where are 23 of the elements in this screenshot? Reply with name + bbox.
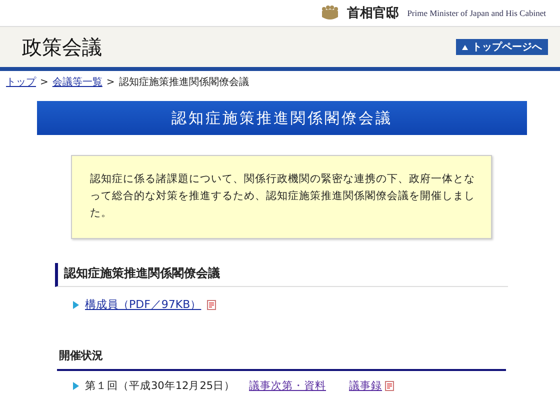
up-triangle-icon [462,44,468,50]
meeting-label: 第１回（平成30年12月25日） [85,379,236,393]
breadcrumb-link[interactable]: 会議等一覧 [52,75,102,89]
page-title: 政策会議 [22,36,102,60]
document-link[interactable]: 構成員（PDF／97KB） [85,297,202,312]
emblem-icon [321,5,340,21]
bullet-icon [73,382,79,390]
intro-text: 認知症に係る諸課題について、関係行政機関の緊密な連携の下、政府一体となって総合的な対策を推進するため、認知症施策推進関係閣僚会議を開催しました。 [71,155,492,239]
logo-subtitle: Prime Minister of Japan and His Cabinet [407,8,546,18]
section-heading: 認知症施策推進関係閣僚会議 [55,263,508,287]
breadcrumb-separator: > [40,76,48,88]
pdf-icon [207,300,216,310]
breadcrumb-link[interactable]: トップ [6,75,36,89]
pdf-icon [385,381,394,391]
minutes-link[interactable]: 議事録 [349,379,382,393]
top-page-button[interactable]: トップページへ [456,39,548,55]
bullet-icon [73,300,79,308]
breadcrumb-current: 認知症施策推進関係閣僚会議 [118,76,249,89]
breadcrumb-separator: > [106,76,115,88]
section-heading: 開催状況 [57,348,506,371]
logo-text: 首相官邸 [347,4,400,22]
agenda-link[interactable]: 議事次第・資料 [249,380,326,392]
page-banner: 認知症施策推進関係閣僚会議 [37,101,527,135]
